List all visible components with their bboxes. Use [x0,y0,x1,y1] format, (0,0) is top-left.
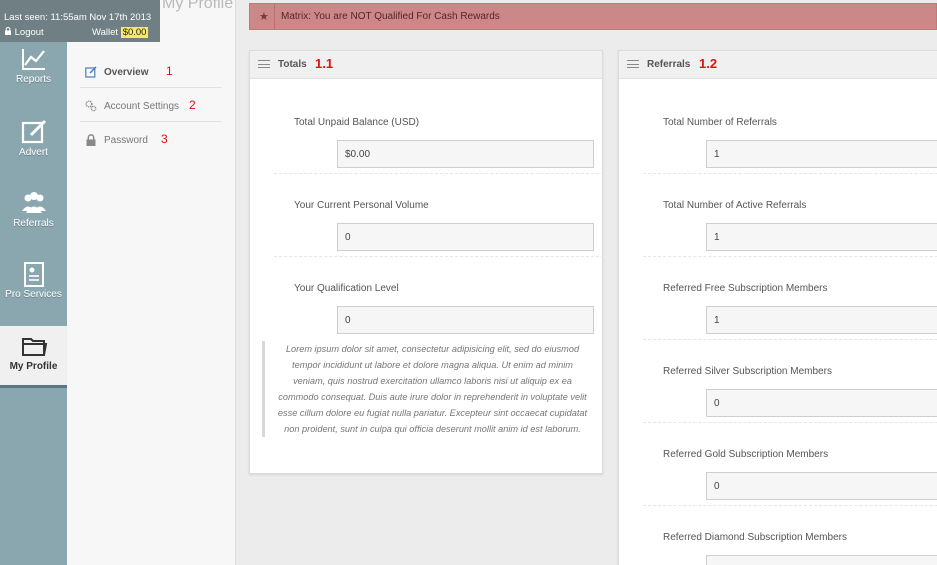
panel-title: Totals [278,59,307,70]
subnav-item-label: Password [104,135,148,146]
section-number: 1.1 [315,56,334,71]
field-label: Referred Gold Subscription Members [663,449,829,460]
menu-icon [258,60,270,68]
field-total-referrals: Total Number of Referrals [643,91,937,174]
total-referrals-input[interactable] [706,140,937,168]
field-label: Referred Diamond Subscription Members [663,532,847,543]
field-diamond-members: Referred Diamond Subscription Members [643,506,937,565]
subnav-item-label: Overview [104,67,149,78]
field-qualification-level: Your Qualification Level [274,257,604,340]
chart-icon [21,49,45,70]
step-number: 1 [166,64,173,78]
panel-header: Referrals 1.2 [619,51,937,79]
referrals-panel: Referrals 1.2 Total Number of Referrals … [618,50,937,565]
personal-volume-input[interactable] [337,223,594,251]
main-sidebar: Reports Advert Referrals Pro Services My… [0,0,67,565]
field-personal-volume: Your Current Personal Volume [274,174,604,257]
qualification-level-input[interactable] [337,306,594,334]
sidebar-item-my-profile[interactable]: My Profile [0,326,67,388]
active-referrals-input[interactable] [706,223,937,251]
step-number: 3 [161,132,168,146]
lock-icon [86,134,96,146]
alert-divider [274,4,275,29]
sidebar-item-label: Advert [19,147,48,158]
sidebar-item-referrals[interactable]: Referrals [0,189,67,249]
sidebar-item-label: Referrals [13,218,54,229]
alert-text: Matrix: You are NOT Qualified For Cash R… [281,11,500,22]
free-members-input[interactable] [706,306,937,334]
section-number: 1.2 [699,56,718,71]
logout-link[interactable]: Logout [4,27,44,38]
field-label: Total Number of Referrals [663,117,777,128]
field-gold-members: Referred Gold Subscription Members [643,423,937,506]
gold-members-input[interactable] [706,472,937,500]
last-seen: Last seen: 11:55am Nov 17th 2013 [4,12,152,23]
field-label: Referred Silver Subscription Members [663,366,832,377]
sidebar-item-reports[interactable]: Reports [0,45,67,105]
field-label: Your Qualification Level [294,283,399,294]
sidebar-item-pro-services[interactable]: Pro Services [0,260,67,320]
lock-icon [5,27,11,35]
sidebar-item-label: My Profile [9,361,58,372]
subnav-item-password[interactable]: Password 3 [80,123,222,156]
field-free-members: Referred Free Subscription Members [643,257,937,340]
diamond-members-input[interactable] [706,555,937,565]
alert-banner: ★ Matrix: You are NOT Qualified For Cash… [249,3,937,30]
totals-panel: Totals 1.1 Total Unpaid Balance (USD) Yo… [249,50,604,474]
field-silver-members: Referred Silver Subscription Members [643,340,937,423]
sidebar-item-label: Reports [15,74,51,85]
profile-subnav: My Profile Overview 1 Account Settings 2… [67,0,236,565]
subnav-item-account-settings[interactable]: Account Settings 2 [80,89,222,122]
sidebar-item-label: Pro Services [5,289,62,300]
total-unpaid-balance-input[interactable] [337,140,594,168]
panel-header: Totals 1.1 [250,51,602,79]
wallet: Wallet $0.00 [92,27,149,38]
field-active-referrals: Total Number of Active Referrals [643,174,937,257]
sidebar-item-advert[interactable]: Advert [0,118,67,178]
menu-icon [627,60,639,68]
field-label: Your Current Personal Volume [294,200,429,211]
wallet-amount: $0.00 [120,27,149,38]
user-box: Last seen: 11:55am Nov 17th 2013 Logout … [0,0,160,42]
step-number: 2 [189,98,196,112]
page-title: My Profile [162,0,234,12]
edit-icon [21,119,46,144]
gears-icon [85,100,97,112]
field-label: Total Unpaid Balance (USD) [294,117,420,128]
panel-title: Referrals [647,59,691,70]
edit-icon [85,66,97,78]
field-label: Total Number of Active Referrals [663,200,807,211]
users-icon [21,192,46,213]
folder-icon [21,338,47,356]
star-icon: ★ [259,11,269,23]
info-quote: Lorem ipsum dolor sit amet, consectetur … [262,341,592,437]
field-total-unpaid-balance: Total Unpaid Balance (USD) [274,91,604,174]
id-card-icon [23,262,44,287]
subnav-item-overview[interactable]: Overview 1 [80,55,222,88]
field-label: Referred Free Subscription Members [663,283,828,294]
silver-members-input[interactable] [706,389,937,417]
subnav-item-label: Account Settings [104,101,180,112]
